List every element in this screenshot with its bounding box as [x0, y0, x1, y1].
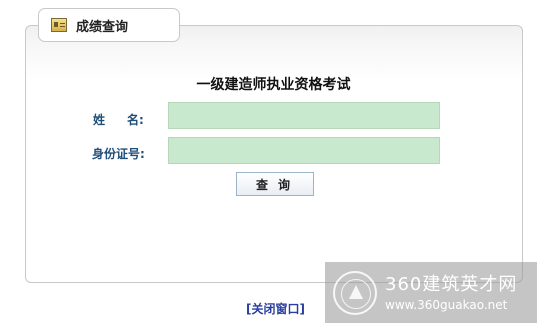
name-input[interactable] [168, 102, 440, 129]
watermark-site-name: 360建筑英才网 [385, 273, 518, 295]
name-label: 姓名: [93, 113, 144, 127]
id-number-label: 身份证号: [92, 147, 145, 161]
watermark-logo-icon [333, 270, 377, 315]
id-number-input[interactable] [168, 137, 440, 164]
score-query-page: 成绩查询 一级建造师执业资格考试 姓名: 身份证号: 查询 [关闭窗口] 360… [0, 0, 537, 323]
query-button[interactable]: 查询 [236, 172, 314, 196]
watermark-text: 360建筑英才网 www.360guakao.net [385, 273, 517, 313]
certificate-icon [51, 18, 67, 32]
tab-title: 成绩查询 [76, 19, 129, 35]
exam-title: 一级建造师执业资格考试 [196, 77, 351, 93]
watermark: 360建筑英才网 www.360guakao.net [325, 262, 537, 323]
score-query-tab: 成绩查询 [38, 8, 180, 42]
watermark-url: www.360guakao.net [385, 297, 508, 312]
